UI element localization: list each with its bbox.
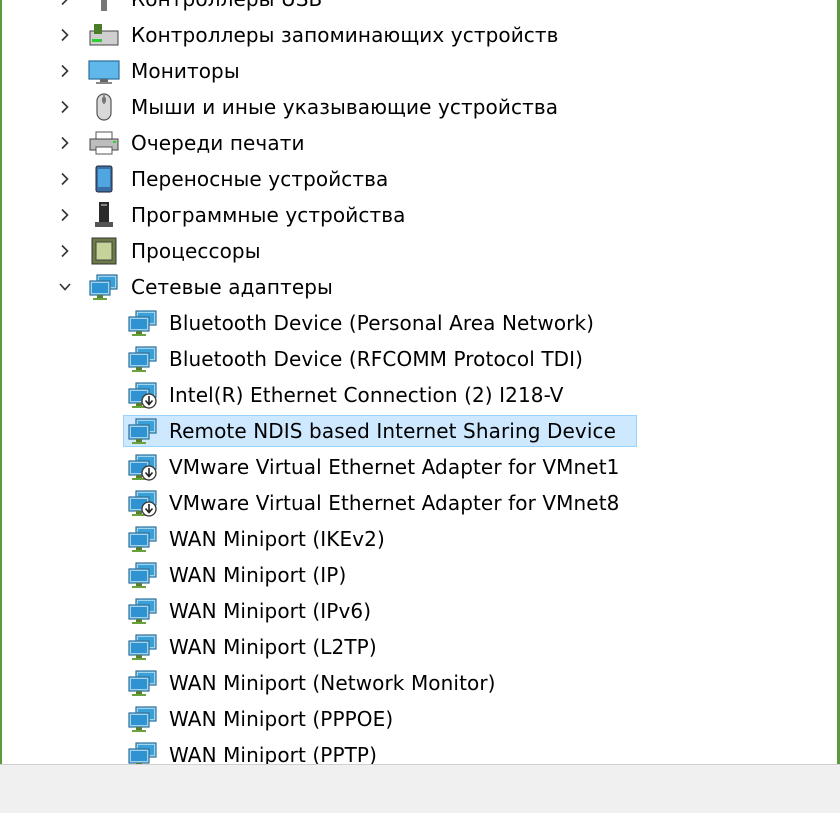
tree-device-item[interactable]: WAN Miniport (PPPOE) (0, 702, 835, 736)
tree-item-label: Bluetooth Device (Personal Area Network) (169, 311, 595, 335)
network-adapter-disabled-icon (127, 453, 159, 481)
usb-controller-icon (88, 0, 120, 13)
chevron-right-icon[interactable] (57, 171, 73, 187)
network-adapter-icon (127, 525, 159, 553)
tree-item-label: Мыши и иные указывающие устройства (131, 95, 559, 119)
printer-icon (88, 129, 120, 157)
monitor-icon (88, 57, 120, 85)
chevron-right-icon[interactable] (57, 0, 73, 7)
network-adapter-icon (127, 705, 159, 733)
status-bar (0, 764, 840, 813)
tree-item-label: VMware Virtual Ethernet Adapter for VMne… (169, 491, 620, 515)
tree-item-label: Мониторы (131, 59, 240, 83)
network-adapter-icon (88, 273, 120, 301)
tree-category[interactable]: Сетевые адаптеры (0, 270, 835, 304)
network-adapter-disabled-icon (127, 381, 159, 409)
tree-item-label: WAN Miniport (IP) (169, 563, 347, 587)
tree-device-item[interactable]: Bluetooth Device (Personal Area Network) (0, 306, 835, 340)
processor-icon (88, 237, 120, 265)
tree-category[interactable]: Контроллеры запоминающих устройств (0, 18, 835, 52)
tree-item-label: Сетевые адаптеры (131, 275, 333, 299)
tree-device-item[interactable]: WAN Miniport (IPv6) (0, 594, 835, 628)
chevron-right-icon[interactable] (57, 207, 73, 223)
chevron-right-icon[interactable] (57, 135, 73, 151)
tree-device-item[interactable]: Bluetooth Device (RFCOMM Protocol TDI) (0, 342, 835, 376)
tree-device-item[interactable]: Intel(R) Ethernet Connection (2) I218-V (0, 378, 835, 412)
tree-device-item[interactable]: WAN Miniport (Network Monitor) (0, 666, 835, 700)
tree-category[interactable]: Контроллеры USB (0, 0, 835, 16)
tree-device-item[interactable]: Remote NDIS based Internet Sharing Devic… (0, 414, 835, 448)
tree-device-item[interactable]: WAN Miniport (PPTP) (0, 738, 835, 764)
chevron-right-icon[interactable] (57, 63, 73, 79)
network-adapter-icon (127, 741, 159, 764)
network-adapter-icon (127, 345, 159, 373)
tree-item-label: WAN Miniport (PPTP) (169, 743, 377, 764)
tree-item-label: Переносные устройства (131, 167, 389, 191)
tree-item-label: Remote NDIS based Internet Sharing Devic… (169, 419, 616, 443)
device-tree[interactable]: Контроллеры USB Контроллеры запоминающих … (0, 0, 835, 764)
chevron-right-icon[interactable] (57, 27, 73, 43)
network-adapter-icon (127, 309, 159, 337)
tree-device-item[interactable]: VMware Virtual Ethernet Adapter for VMne… (0, 450, 835, 484)
tree-category[interactable]: Переносные устройства (0, 162, 835, 196)
tree-item-label: WAN Miniport (IKEv2) (169, 527, 385, 551)
network-adapter-icon (127, 669, 159, 697)
chevron-down-icon[interactable] (57, 279, 73, 295)
tree-item-label: Очереди печати (131, 131, 305, 155)
tree-category[interactable]: Мыши и иные указывающие устройства (0, 90, 835, 124)
tree-device-item[interactable]: WAN Miniport (L2TP) (0, 630, 835, 664)
network-adapter-disabled-icon (127, 489, 159, 517)
tree-category[interactable]: Мониторы (0, 54, 835, 88)
tree-device-item[interactable]: WAN Miniport (IP) (0, 558, 835, 592)
storage-controller-icon (88, 21, 120, 49)
tree-item-label: Контроллеры запоминающих устройств (131, 23, 559, 47)
tree-category[interactable]: Очереди печати (0, 126, 835, 160)
portable-device-icon (88, 165, 120, 193)
network-adapter-icon (127, 561, 159, 589)
tree-item-label: Intel(R) Ethernet Connection (2) I218-V (169, 383, 564, 407)
chevron-right-icon[interactable] (57, 99, 73, 115)
tree-item-label: VMware Virtual Ethernet Adapter for VMne… (169, 455, 620, 479)
tree-device-item[interactable]: WAN Miniport (IKEv2) (0, 522, 835, 556)
software-device-icon (88, 201, 120, 229)
tree-item-label: WAN Miniport (PPPOE) (169, 707, 394, 731)
tree-item-label: Bluetooth Device (RFCOMM Protocol TDI) (169, 347, 584, 371)
tree-device-item[interactable]: VMware Virtual Ethernet Adapter for VMne… (0, 486, 835, 520)
tree-item-label: WAN Miniport (L2TP) (169, 635, 377, 659)
chevron-right-icon[interactable] (57, 243, 73, 259)
tree-category[interactable]: Программные устройства (0, 198, 835, 232)
tree-category[interactable]: Процессоры (0, 234, 835, 268)
tree-item-label: Контроллеры USB (131, 0, 322, 11)
tree-item-label: WAN Miniport (Network Monitor) (169, 671, 496, 695)
network-adapter-icon (127, 597, 159, 625)
tree-item-label: Программные устройства (131, 203, 406, 227)
tree-item-label: Процессоры (131, 239, 261, 263)
network-adapter-icon (127, 633, 159, 661)
tree-item-label: WAN Miniport (IPv6) (169, 599, 372, 623)
network-adapter-icon (127, 417, 159, 445)
mouse-icon (88, 93, 120, 121)
